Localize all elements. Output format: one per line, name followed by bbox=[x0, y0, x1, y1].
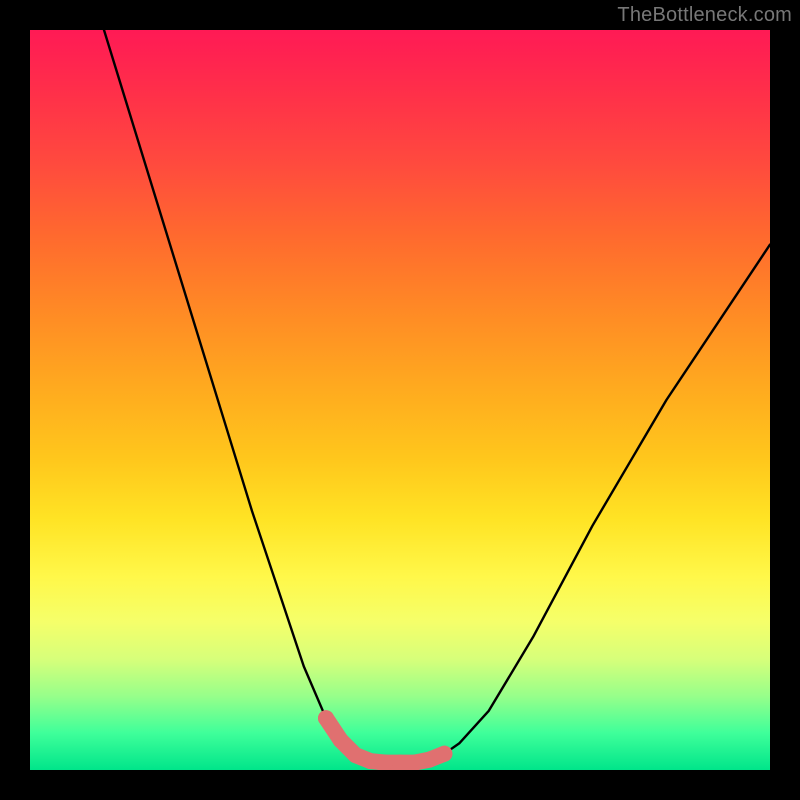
valley-marker-layer bbox=[318, 710, 452, 770]
bottleneck-curve bbox=[104, 30, 770, 763]
chart-frame: TheBottleneck.com bbox=[0, 0, 800, 800]
valley-marker-dot bbox=[318, 710, 334, 726]
valley-marker-dot bbox=[377, 755, 393, 770]
watermark-text: TheBottleneck.com bbox=[617, 4, 792, 27]
valley-marker-dot bbox=[348, 747, 364, 763]
chart-svg bbox=[30, 30, 770, 770]
valley-marker-dot bbox=[362, 753, 378, 769]
valley-marker-dot bbox=[407, 755, 423, 770]
curve-layer bbox=[104, 30, 770, 763]
valley-marker-dot bbox=[333, 732, 349, 748]
plot-area bbox=[30, 30, 770, 770]
valley-marker-dot bbox=[392, 755, 408, 770]
valley-marker-dot bbox=[422, 752, 438, 768]
valley-marker-dot bbox=[436, 746, 452, 762]
